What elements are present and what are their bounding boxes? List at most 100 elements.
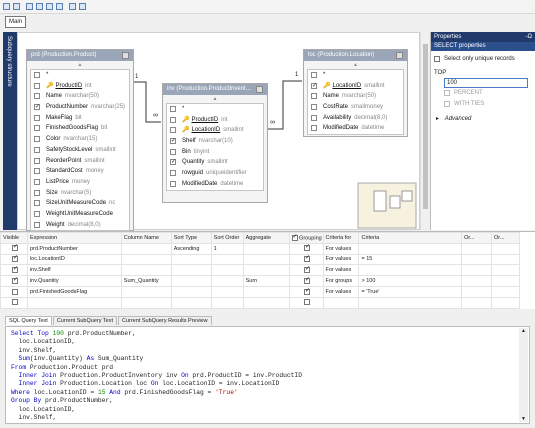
grid-row[interactable] — [0, 296, 521, 309]
column-row[interactable]: ModifiedDate datetime — [167, 179, 263, 190]
sql-tab[interactable]: Current SubQuery Text — [52, 316, 117, 325]
sort-order-cell[interactable] — [210, 264, 244, 277]
table-title-bar[interactable]: inv (Production.ProductInvent... — [163, 84, 267, 95]
table-title-bar[interactable]: prd (Production.Product) — [27, 50, 133, 61]
column-checkbox[interactable] — [311, 72, 317, 78]
or-cell[interactable] — [490, 285, 521, 298]
column-checkbox[interactable] — [34, 125, 40, 132]
column-row[interactable]: 🔑 ProductID int — [31, 81, 129, 92]
grouping-checkbox[interactable] — [304, 287, 310, 295]
sort-type-cell[interactable] — [170, 264, 212, 277]
scroll-down-icon[interactable]: ▼ — [519, 416, 528, 422]
expression-cell[interactable]: prd.ProductNumber — [26, 242, 122, 255]
scroll-thumb[interactable] — [423, 44, 428, 209]
column-checkbox[interactable] — [311, 93, 317, 100]
table-inv[interactable]: inv (Production.ProductInvent... ▲ * 🔑 Produ… — [162, 83, 268, 203]
pin-icon[interactable]: -Ω — [526, 32, 532, 42]
or-cell[interactable] — [490, 264, 521, 277]
expression-cell[interactable]: inv.Quantity — [26, 275, 122, 287]
with-ties-checkbox[interactable] — [444, 101, 450, 107]
visible-cell[interactable] — [0, 242, 28, 255]
column-checkbox[interactable] — [34, 168, 40, 175]
visible-cell[interactable] — [0, 253, 28, 266]
sort-order-cell[interactable]: 1 — [210, 242, 244, 255]
column-name-cell[interactable] — [120, 253, 172, 266]
visible-cell[interactable] — [0, 285, 28, 298]
sort-order-cell[interactable] — [210, 296, 244, 309]
visible-cell[interactable] — [0, 296, 28, 309]
column-row[interactable]: 🔑 ProductID int — [167, 115, 263, 126]
or-cell[interactable] — [461, 275, 492, 287]
visible-checkbox[interactable] — [11, 265, 18, 274]
column-row[interactable]: * — [308, 70, 403, 81]
sql-editor[interactable]: Select Top 100 prd.ProductNumber, loc.Lo… — [5, 326, 530, 424]
column-row[interactable]: 🔑LocationIDsmallint — [308, 81, 403, 91]
column-checkbox[interactable] — [311, 81, 317, 91]
column-checkbox[interactable] — [170, 106, 176, 112]
column-checkbox[interactable] — [170, 127, 176, 134]
or-cell[interactable] — [461, 296, 492, 309]
or-cell[interactable] — [490, 275, 521, 287]
criteria-cell[interactable] — [358, 296, 463, 309]
criteria-cell[interactable]: > 100 — [358, 275, 463, 287]
or-cell[interactable] — [490, 253, 521, 266]
advanced-section[interactable]: ▸ Advanced — [431, 113, 535, 125]
grid-row[interactable]: prd.FinishedGoodsFlag For values= 'True' — [0, 285, 521, 298]
sort-type-cell[interactable] — [170, 296, 212, 309]
scroll-up-icon[interactable]: ▲ — [304, 61, 407, 69]
column-checkbox[interactable] — [170, 148, 176, 155]
visible-checkbox[interactable] — [11, 299, 18, 306]
column-row[interactable]: Size nvarchar(5) — [31, 188, 129, 199]
subquery-structure-tab[interactable]: Subquery structure — [3, 32, 17, 230]
column-row[interactable]: ModifiedDate datetime — [308, 123, 403, 134]
column-checkbox[interactable] — [34, 157, 40, 164]
column-row[interactable]: ListPrice money — [31, 177, 129, 188]
column-checkbox[interactable] — [34, 146, 40, 153]
grid-row[interactable]: inv.QuantitySum_Quantity Sum For groups> 1… — [0, 275, 521, 287]
column-name-cell[interactable] — [120, 285, 172, 298]
criteria-for-cell[interactable]: For values — [322, 264, 360, 277]
expression-cell[interactable]: prd.FinishedGoodsFlag — [26, 285, 122, 298]
column-row[interactable]: Name nvarchar(50) — [31, 91, 129, 102]
visible-checkbox[interactable] — [11, 243, 18, 252]
grouping-cell[interactable] — [288, 253, 324, 266]
close-icon[interactable] — [396, 52, 403, 59]
main-tab[interactable]: Main — [5, 16, 26, 28]
sql-tab[interactable]: SQL Query Text — [5, 316, 52, 325]
column-row[interactable]: rowguid uniqueidentifier — [167, 168, 263, 179]
grouping-checkbox[interactable] — [304, 299, 311, 306]
visible-cell[interactable] — [0, 264, 28, 277]
grid-row[interactable]: inv.Shelf For values — [0, 264, 521, 277]
column-checkbox[interactable] — [170, 116, 176, 123]
grouping-cell[interactable] — [288, 285, 324, 298]
or-cell[interactable] — [461, 264, 492, 277]
column-row[interactable]: ReorderPoint smallint — [31, 156, 129, 167]
column-row[interactable]: FinishedGoodsFlag bit — [31, 123, 129, 134]
column-checkbox[interactable] — [34, 93, 40, 100]
aggregate-cell[interactable] — [242, 285, 290, 298]
or-cell[interactable] — [461, 253, 492, 266]
criteria-for-cell[interactable] — [322, 296, 360, 309]
sort-order-cell[interactable] — [210, 275, 244, 287]
layout-icon[interactable] — [3, 3, 10, 10]
close-icon[interactable] — [256, 86, 263, 93]
visible-checkbox[interactable] — [11, 254, 18, 263]
sort-type-cell[interactable] — [170, 285, 212, 298]
table-loc[interactable]: loc (Production.Location)▲*🔑LocationIDsm… — [303, 49, 408, 137]
close-icon[interactable] — [122, 52, 129, 59]
grouping-cell[interactable] — [288, 296, 324, 309]
column-name-cell[interactable]: Sum_Quantity — [120, 275, 172, 287]
column-row[interactable]: StandardCost money — [31, 166, 129, 177]
scroll-up-icon[interactable]: ▲ — [27, 61, 133, 69]
scroll-up-icon[interactable]: ▲ — [163, 95, 267, 103]
sort-order-cell[interactable] — [210, 253, 244, 266]
column-row[interactable]: SizeUnitMeasureCode nc — [31, 198, 129, 209]
copy-icon[interactable] — [46, 3, 53, 10]
criteria-cell[interactable] — [358, 242, 463, 255]
column-row[interactable]: 🔑LocationIDsmallint — [167, 125, 263, 136]
table-title-bar[interactable]: loc (Production.Location) — [304, 50, 407, 61]
unique-records-option[interactable]: Select only unique records — [431, 54, 535, 68]
grouping-checkbox[interactable] — [304, 254, 310, 263]
sort-type-cell[interactable]: Ascending — [170, 242, 212, 255]
sort-type-cell[interactable] — [170, 253, 212, 266]
